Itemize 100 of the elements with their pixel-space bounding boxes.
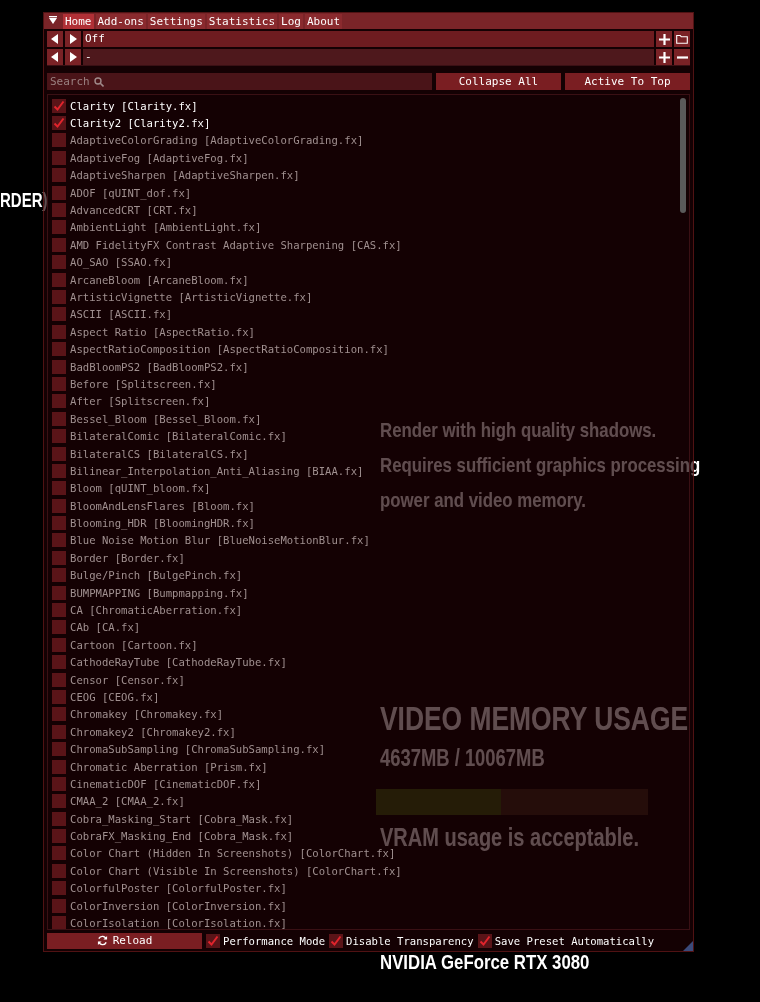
toolbar-button[interactable]: Collapse All xyxy=(436,73,561,90)
effect-label[interactable]: AO_SAO [SSAO.fx] xyxy=(70,256,173,269)
effect-label[interactable]: CA [ChromaticAberration.fx] xyxy=(70,604,243,616)
effect-checkbox[interactable] xyxy=(52,759,66,774)
menu-tab[interactable]: Add-ons xyxy=(95,13,146,29)
effect-checkbox[interactable] xyxy=(52,707,66,722)
effect-label[interactable]: ColorInversion [ColorInversion.fx] xyxy=(70,899,287,912)
effect-checkbox[interactable] xyxy=(52,98,66,113)
effect-label[interactable]: ArtisticVignette [ArtisticVignette.fx] xyxy=(70,291,313,303)
effect-checkbox[interactable] xyxy=(52,568,66,583)
effect-checkbox[interactable] xyxy=(52,324,66,339)
effect-label[interactable]: Bulge/Pinch [BulgePinch.fx] xyxy=(70,569,243,582)
action-button[interactable] xyxy=(656,49,672,65)
preset-field[interactable]: Off xyxy=(83,31,654,47)
effect-checkbox[interactable] xyxy=(52,394,66,409)
effect-checkbox[interactable] xyxy=(52,533,66,548)
effect-label[interactable]: BloomAndLensFlares [Bloom.fx] xyxy=(70,499,255,512)
effect-label[interactable]: Blooming_HDR [BloomingHDR.fx] xyxy=(70,517,255,530)
effect-checkbox[interactable] xyxy=(52,429,66,444)
action-button[interactable] xyxy=(656,31,672,47)
effect-label[interactable]: AspectRatioComposition [AspectRatioComposition.fx] xyxy=(70,343,389,356)
effect-checkbox[interactable] xyxy=(52,185,66,200)
effect-checkbox[interactable] xyxy=(52,342,66,357)
effect-label[interactable]: Color Chart (Visible In Screenshots) [ColorChart.fx] xyxy=(70,864,402,877)
effect-checkbox[interactable] xyxy=(52,446,66,461)
effect-label[interactable]: Color Chart (Hidden In Screenshots) [ColorChart.fx] xyxy=(70,847,396,860)
effect-label[interactable]: BilateralCS [BilateralCS.fx] xyxy=(70,447,249,460)
resize-grip-icon[interactable] xyxy=(683,941,693,951)
effect-checkbox[interactable] xyxy=(52,585,66,600)
effect-label[interactable]: Blue Noise Motion Blur [BlueNoiseMotionBlur.fx] xyxy=(70,534,370,547)
effect-label[interactable]: Bessel_Bloom [Bessel_Bloom.fx] xyxy=(70,412,262,425)
effect-checkbox[interactable] xyxy=(52,620,66,635)
previous-button[interactable] xyxy=(47,49,63,65)
effect-label[interactable]: AdvancedCRT [CRT.fx] xyxy=(70,204,198,217)
effect-checkbox[interactable] xyxy=(52,150,66,165)
effect-checkbox[interactable] xyxy=(52,376,66,391)
action-button[interactable] xyxy=(674,31,690,47)
effect-checkbox[interactable] xyxy=(52,168,66,183)
effect-label[interactable]: Cartoon [Cartoon.fx] xyxy=(70,638,198,651)
effect-label[interactable]: CinematicDOF [CinematicDOF.fx] xyxy=(70,777,262,790)
effect-checkbox[interactable] xyxy=(52,916,66,929)
effect-label[interactable]: CEOG [CEOG.fx] xyxy=(70,690,160,703)
effect-label[interactable]: ADOF [qUINT_dof.fx] xyxy=(70,186,192,199)
effect-checkbox[interactable] xyxy=(52,290,66,304)
preset-field[interactable]: - xyxy=(83,49,654,65)
option-checkbox[interactable] xyxy=(206,933,220,948)
effect-checkbox[interactable] xyxy=(52,272,66,287)
effect-checkbox[interactable] xyxy=(52,516,66,531)
previous-button[interactable] xyxy=(47,31,63,47)
effect-label[interactable]: Bloom [qUINT_bloom.fx] xyxy=(70,482,211,495)
effect-label[interactable]: After [Splitscreen.fx] xyxy=(70,395,211,408)
effect-checkbox[interactable] xyxy=(52,133,66,148)
option-checkbox[interactable] xyxy=(477,933,492,948)
menu-tab[interactable]: Home xyxy=(63,13,94,29)
effect-checkbox[interactable] xyxy=(52,220,66,235)
menu-tab[interactable]: Log xyxy=(279,13,303,29)
effect-label[interactable]: AdaptiveColorGrading [AdaptiveColorGrading.fx] xyxy=(70,134,364,147)
search-field[interactable]: Search xyxy=(47,73,432,90)
effect-label[interactable]: AmbientLight [AmbientLight.fx] xyxy=(70,221,262,234)
effect-checkbox[interactable] xyxy=(52,776,66,791)
menu-tab[interactable]: Statistics xyxy=(206,13,278,29)
effect-label[interactable]: AdaptiveFog [AdaptiveFog.fx] xyxy=(70,151,249,164)
effect-label[interactable]: Border [Border.fx] xyxy=(70,551,185,564)
effect-label[interactable]: Aspect Ratio [AspectRatio.fx] xyxy=(70,325,255,338)
effect-checkbox[interactable] xyxy=(52,637,66,652)
option-label[interactable]: Performance Mode xyxy=(223,934,326,947)
effect-label[interactable]: AMD FidelityFX Contrast Adaptive Sharpening [CAS.fx] xyxy=(70,238,402,251)
effect-checkbox[interactable] xyxy=(52,255,66,270)
toolbar-button[interactable]: Active To Top xyxy=(565,73,690,90)
effect-checkbox[interactable] xyxy=(52,463,66,478)
effect-label[interactable]: Censor [Censor.fx] xyxy=(70,673,185,686)
effect-checkbox[interactable] xyxy=(52,724,66,739)
effect-label[interactable]: Bilinear_Interpolation_Anti_Aliasing [BIAA.fx] xyxy=(70,464,364,477)
menu-tab[interactable]: Settings xyxy=(147,13,205,29)
menu-tab[interactable]: About xyxy=(304,13,343,29)
next-button[interactable] xyxy=(65,49,81,65)
effect-label[interactable]: Chromatic Aberration [Prism.fx] xyxy=(70,760,268,773)
effect-checkbox[interactable] xyxy=(52,550,66,565)
effect-label[interactable]: BilateralComic [BilateralComic.fx] xyxy=(70,430,287,443)
collapse-icon[interactable] xyxy=(48,16,58,26)
next-button[interactable] xyxy=(65,31,81,47)
effect-label[interactable]: Chromakey [Chromakey.fx] xyxy=(70,708,224,721)
option-label[interactable]: Save Preset Automatically xyxy=(494,934,655,947)
option-label[interactable]: Disable Transparency xyxy=(346,934,474,947)
effect-label[interactable]: Cobra_Masking_Start [Cobra_Mask.fx] xyxy=(70,812,294,825)
effect-checkbox[interactable] xyxy=(52,794,66,809)
effect-label[interactable]: CAb [CA.fx] xyxy=(70,621,141,634)
effect-checkbox[interactable] xyxy=(52,481,66,496)
effect-checkbox[interactable] xyxy=(52,881,66,896)
effect-checkbox[interactable] xyxy=(52,811,66,826)
reload-button[interactable]: Reload xyxy=(47,932,202,949)
effect-checkbox[interactable] xyxy=(52,829,66,844)
effect-checkbox[interactable] xyxy=(52,603,66,617)
effect-checkbox[interactable] xyxy=(52,359,66,374)
effect-label[interactable]: CMAA_2 [CMAA_2.fx] xyxy=(70,795,185,808)
effect-checkbox[interactable] xyxy=(52,898,66,913)
effect-checkbox[interactable] xyxy=(52,237,66,252)
effect-checkbox[interactable] xyxy=(52,655,66,670)
effect-label[interactable]: BadBloomPS2 [BadBloomPS2.fx] xyxy=(70,360,249,373)
effect-checkbox[interactable] xyxy=(52,203,66,218)
